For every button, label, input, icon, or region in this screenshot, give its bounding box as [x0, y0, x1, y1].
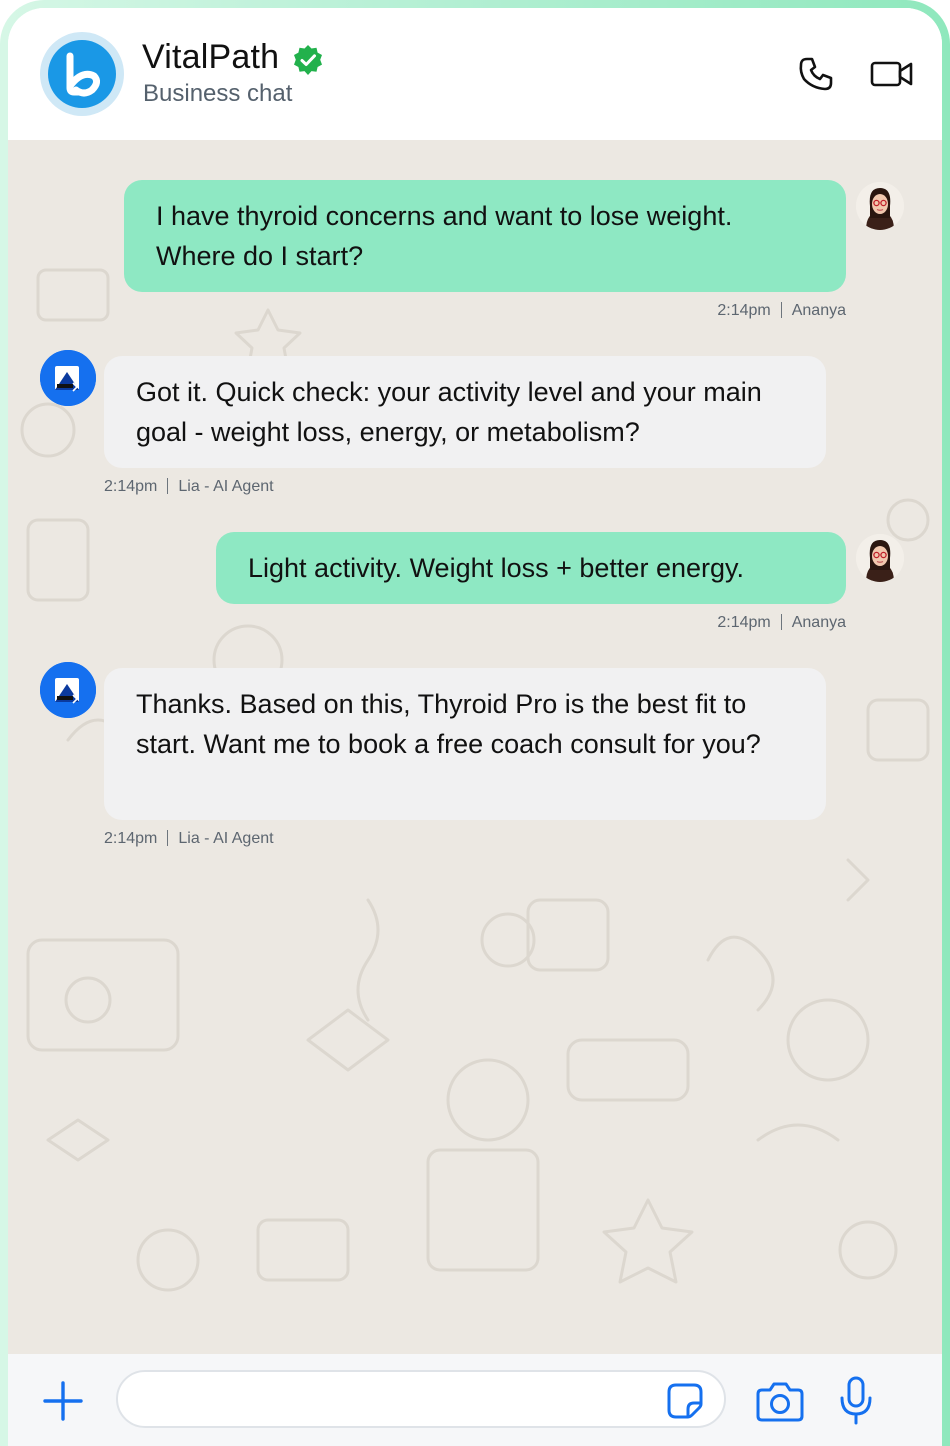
message-bubble-outgoing[interactable]: I have thyroid concerns and want to lose… [124, 180, 846, 292]
message-sender: Ananya [791, 614, 846, 631]
message-text: Light activity. Weight loss + better ene… [248, 553, 744, 583]
message-time: 2:14pm [104, 478, 158, 495]
video-icon[interactable] [870, 56, 914, 92]
message-sender: Ananya [791, 302, 846, 319]
message-text: Thanks. Based on this, Thyroid Pro is th… [136, 689, 761, 759]
business-logo[interactable] [40, 32, 124, 116]
message-list[interactable]: I have thyroid concerns and want to lose… [8, 140, 942, 1354]
message-meta: 2:14pm Ananya [717, 614, 846, 632]
business-name: VitalPath [142, 38, 280, 76]
message-text: Got it. Quick check: your activity level… [136, 377, 762, 447]
message-time: 2:14pm [717, 302, 771, 319]
mic-icon[interactable] [838, 1376, 874, 1426]
composer-bar [8, 1354, 942, 1446]
message-sender: Lia - AI Agent [178, 478, 274, 495]
user-avatar[interactable] [856, 182, 904, 230]
message-text: I have thyroid concerns and want to lose… [156, 201, 733, 271]
plus-icon[interactable] [42, 1380, 84, 1422]
message-time: 2:14pm [104, 830, 158, 847]
message-bubble-outgoing[interactable]: Light activity. Weight loss + better ene… [216, 532, 846, 604]
verified-badge-icon [294, 45, 322, 75]
chat-header: VitalPath Business chat [8, 8, 942, 140]
logo-icon [48, 40, 116, 108]
message-sender: Lia - AI Agent [178, 830, 274, 847]
message-meta: 2:14pm Lia - AI Agent [104, 830, 274, 848]
message-time: 2:14pm [717, 614, 771, 631]
message-input[interactable] [116, 1370, 726, 1428]
message-bubble-incoming[interactable]: Thanks. Based on this, Thyroid Pro is th… [104, 668, 826, 820]
phone-icon[interactable] [798, 56, 834, 92]
sticker-icon[interactable] [666, 1382, 704, 1420]
message-meta: 2:14pm Ananya [717, 302, 846, 320]
message-bubble-incoming[interactable]: Got it. Quick check: your activity level… [104, 356, 826, 468]
agent-avatar[interactable] [40, 662, 96, 718]
business-subtitle: Business chat [143, 80, 293, 107]
message-meta: 2:14pm Lia - AI Agent [104, 478, 274, 496]
agent-avatar[interactable] [40, 350, 96, 406]
chat-window: VitalPath Business chat I have thyroid c… [8, 8, 942, 1446]
camera-icon[interactable] [756, 1380, 804, 1422]
user-avatar[interactable] [856, 534, 904, 582]
